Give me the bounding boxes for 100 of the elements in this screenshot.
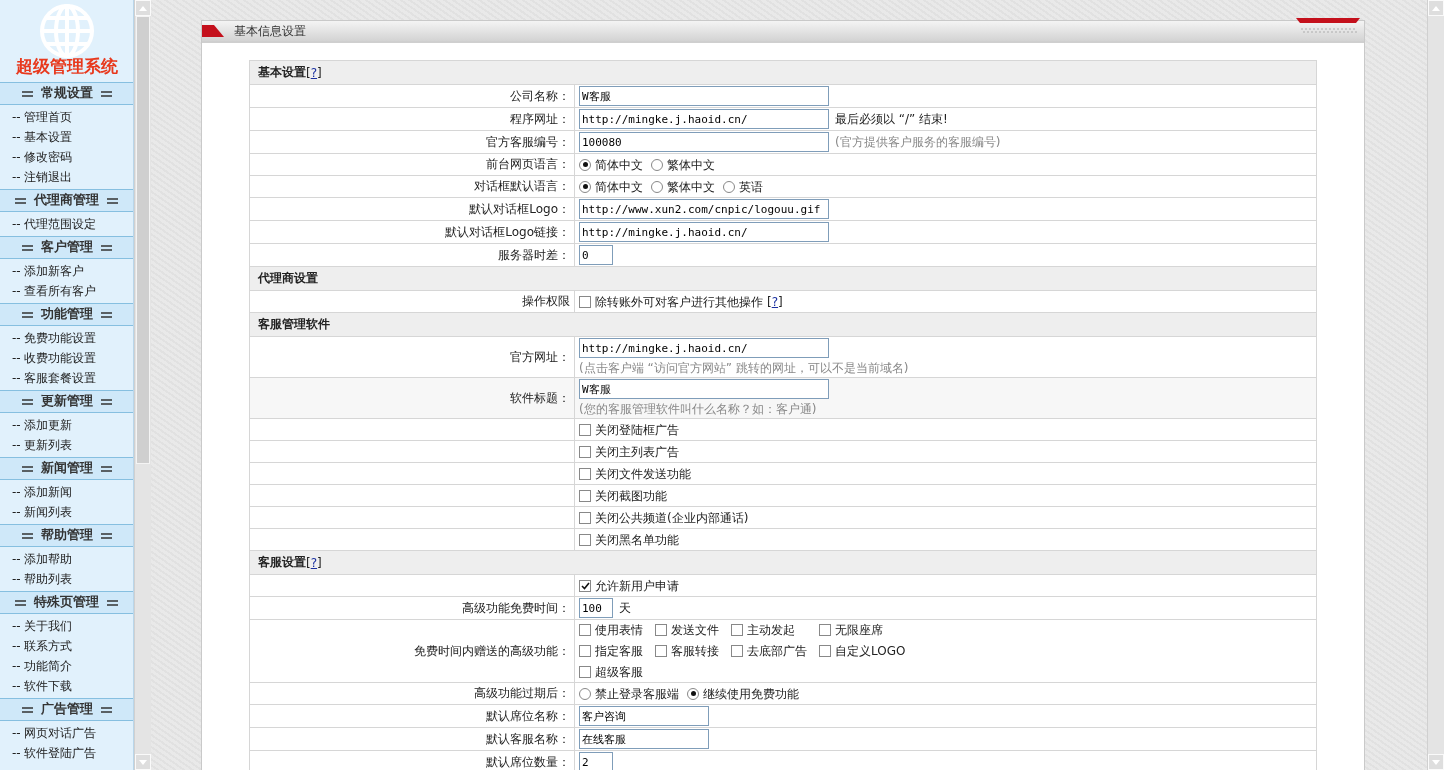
radio-option[interactable]: 继续使用免费功能 [687,685,799,702]
radio-button[interactable] [651,180,663,193]
checkbox-option[interactable]: 关闭黑名单功能 [579,531,679,548]
text-input-field[interactable]: 0 [579,245,613,265]
radio-option[interactable]: 禁止登录客服端 [579,685,679,702]
menu-item[interactable]: -- 关于我们 [12,616,133,636]
radio-button[interactable] [687,687,699,700]
radio-button[interactable] [579,687,591,700]
checkbox[interactable] [819,645,831,657]
menu-group-title: 新闻管理 [40,460,93,477]
menu-item[interactable]: -- 联系方式 [12,636,133,656]
radio-option[interactable]: 繁体中文 [651,178,715,195]
text-input-field[interactable]: W客服 [579,86,829,106]
text-input-field[interactable]: 2 [579,752,613,770]
checkbox-option[interactable]: 允许新用户申请 [579,577,679,594]
checkbox-option[interactable]: 关闭公共频道(企业内部通话) [579,509,749,526]
menu-item[interactable]: -- 网页对话广告 [12,723,133,743]
checkbox-option[interactable]: 除转账外可对客户进行其他操作 [?] [579,293,783,310]
radio-option[interactable]: 英语 [723,178,763,195]
menu-item[interactable]: -- 免费功能设置 [12,328,133,348]
menu-item[interactable]: -- 管理首页 [12,107,133,127]
checkbox[interactable] [579,489,591,502]
checkbox[interactable] [579,645,591,657]
text-input-field[interactable]: http://mingke.j.haoid.cn/ [579,222,829,242]
section-title: 客服管理软件 [258,316,330,333]
double-line-icon [100,706,112,713]
checkbox[interactable] [731,645,743,657]
menu-item[interactable]: -- 更新列表 [12,435,133,455]
checkbox[interactable] [579,511,591,524]
text-input-field[interactable]: W客服 [579,379,829,399]
menu-group-title: 广告管理 [40,701,93,718]
checkbox-option[interactable]: 自定义LOGO [819,643,906,659]
checkbox[interactable] [579,467,591,480]
menu-item[interactable]: -- 查看所有客户 [12,281,133,301]
menu-item[interactable]: -- 功能简介 [12,656,133,676]
menu-item[interactable]: -- 添加新闻 [12,482,133,502]
checkbox-option[interactable]: 使用表情 [579,622,643,638]
scrollbar-thumb[interactable] [136,16,150,464]
menu-item[interactable]: -- 收费功能设置 [12,348,133,368]
menu-item[interactable]: -- 帮助列表 [12,569,133,589]
help-link[interactable]: ? [310,65,318,80]
checkbox[interactable] [579,423,591,436]
text-input-field[interactable]: 在线客服 [579,729,709,749]
checkbox-option[interactable]: 关闭主列表广告 [579,443,679,460]
menu-item[interactable]: -- 添加帮助 [12,549,133,569]
double-line-icon [107,599,118,606]
menu-item[interactable]: -- 软件登陆广告 [12,743,133,763]
radio-button[interactable] [651,158,663,171]
checkbox[interactable] [579,624,591,636]
checkbox-option[interactable]: 主动发起 [731,622,807,638]
menu-item[interactable]: -- 新闻列表 [12,502,133,522]
checkbox-option[interactable]: 客服转接 [655,643,719,659]
menu-item[interactable]: -- 软件下载 [12,676,133,696]
radio-option[interactable]: 繁体中文 [651,156,715,173]
checkbox-option[interactable]: 关闭文件发送功能 [579,465,691,482]
checkbox-option[interactable]: 关闭截图功能 [579,487,667,504]
menu-item[interactable]: -- 添加更新 [12,415,133,435]
menu-group-title: 客户管理 [40,239,93,256]
checkbox-option[interactable]: 超级客服 [579,664,643,680]
text-input-field[interactable]: 100080 [579,132,829,152]
menu-item[interactable]: -- 修改密码 [12,147,133,167]
text-input-field[interactable]: http://mingke.j.haoid.cn/ [579,109,829,129]
double-line-icon [100,311,112,318]
radio-button[interactable] [579,180,591,193]
checkbox[interactable] [579,579,591,592]
help-link[interactable]: ? [771,294,779,309]
logo-title: 超级管理系统 [15,55,118,78]
text-input-field[interactable]: 客户咨询 [579,706,709,726]
menu-item[interactable]: -- 注销退出 [12,167,133,187]
checkbox[interactable] [579,295,591,308]
menu-item[interactable]: -- 基本设置 [12,127,133,147]
checkbox[interactable] [579,533,591,546]
radio-button[interactable] [579,158,591,171]
checkbox[interactable] [819,624,831,636]
checkbox-option[interactable]: 无限座席 [819,622,906,638]
radio-option[interactable]: 简体中文 [579,156,643,173]
checkbox-option[interactable]: 去底部广告 [731,643,807,659]
radio-button[interactable] [723,180,735,193]
checkbox[interactable] [731,624,743,636]
checkbox[interactable] [579,445,591,458]
menu-item[interactable]: -- 客服套餐设置 [12,368,133,388]
menu-item[interactable]: -- 代理范围设定 [12,214,133,234]
field-label: 公司名称： [510,87,570,105]
radio-option[interactable]: 简体中文 [579,178,643,195]
help-link[interactable]: ? [310,555,318,570]
text-input-field[interactable]: 100 [579,598,613,618]
checkbox-option[interactable]: 发送文件 [655,622,719,638]
menu-item[interactable]: -- 添加新客户 [12,261,133,281]
text-input-field[interactable]: http://mingke.j.haoid.cn/ [579,338,829,358]
checkbox[interactable] [655,645,667,657]
globe-logo-icon [38,3,95,59]
checkbox-option[interactable]: 指定客服 [579,643,643,659]
text-input-field[interactable]: http://www.xun2.com/cnpic/logouu.gif [579,199,829,219]
sidebar-scrollbar[interactable] [134,0,151,770]
help-link-text: [?] [306,555,322,570]
double-line-icon [100,465,112,472]
field-label: 默认客服名称： [486,730,570,748]
checkbox[interactable] [655,624,667,636]
checkbox-option[interactable]: 关闭登陆框广告 [579,421,679,438]
checkbox[interactable] [579,666,591,678]
